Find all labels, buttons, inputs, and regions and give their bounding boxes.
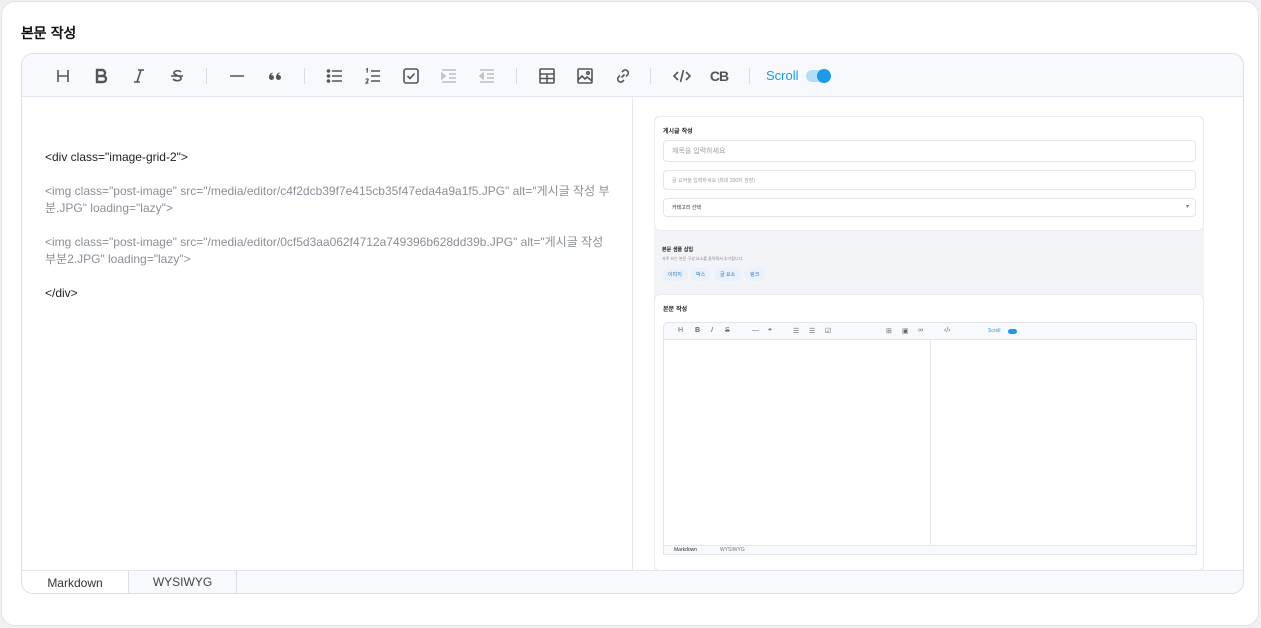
ordered-list-icon — [364, 67, 380, 84]
table-button[interactable] — [534, 63, 560, 89]
markdown-line: <img class="post-image" src="/media/edit… — [45, 235, 604, 266]
code-icon — [672, 69, 692, 83]
preview-chip: 글 요소 — [714, 268, 742, 281]
hr-button[interactable] — [224, 63, 250, 89]
preview-chip: 박스 — [690, 268, 712, 281]
editor-card: 본문 작성 CB Scroll <div class="image-grid-2… — [1, 1, 1259, 626]
preview-mini-tab-markdown: Markdown — [674, 547, 698, 553]
scroll-sync-toggle[interactable] — [806, 69, 831, 83]
preview-summary-input: 글 요약을 입력하세요 (최대 200자 권장) — [663, 170, 1196, 190]
markdown-line: <img class="post-image" src="/media/edit… — [45, 184, 610, 215]
mini-code-icon: ‹/› — [944, 327, 951, 334]
preview-editor-title: 본문 작성 — [663, 306, 688, 313]
tab-wysiwyg[interactable]: WYSIWYG — [129, 571, 237, 593]
quote-icon — [269, 72, 281, 80]
mini-table-icon: ⊞ — [886, 328, 892, 335]
editor-toolbar: CB Scroll — [22, 54, 1243, 97]
mini-scroll-label: Scroll — [988, 328, 1001, 334]
preview-chevron-down-icon: ▾ — [1186, 204, 1190, 210]
indent-icon — [441, 69, 456, 83]
tab-markdown[interactable]: Markdown — [22, 571, 129, 593]
markdown-editor: CB Scroll <div class="image-grid-2"> <im… — [21, 53, 1244, 594]
preview-sample-title: 본문 샘플 삽입 — [662, 247, 694, 253]
ordered-list-button[interactable] — [360, 63, 386, 89]
indent-button[interactable] — [436, 63, 462, 89]
outdent-button[interactable] — [474, 63, 500, 89]
toolbar-separator — [650, 68, 651, 84]
strikethrough-icon — [171, 69, 183, 82]
bullet-list-button[interactable] — [322, 63, 348, 89]
italic-icon — [134, 69, 144, 83]
mini-strike-icon: S — [725, 327, 730, 334]
preview-chip: 이미지 — [662, 268, 688, 281]
preview-mini-tab-wysiwyg: WYSIWYG — [720, 547, 745, 553]
bold-button[interactable] — [88, 63, 114, 89]
mini-ordered-list-icon: ☰ — [809, 328, 816, 335]
markdown-pane[interactable]: <div class="image-grid-2"> <img class="p… — [22, 97, 633, 571]
horizontal-rule-icon — [230, 75, 244, 77]
mini-bold-icon: B — [695, 327, 701, 334]
preview-pane: 게시글 작성 제목을 입력하세요 글 요약을 입력하세요 (최대 200자 권장… — [633, 97, 1243, 571]
preview-category-select: 카테고리 선택 — [663, 198, 1196, 217]
italic-button[interactable] — [126, 63, 152, 89]
preview-mini-tabs: Markdown WYSIWYG — [663, 545, 1197, 555]
mini-list-icon: ☰ — [793, 328, 800, 335]
strike-button[interactable] — [164, 63, 190, 89]
preview-header-title: 게시글 작성 — [663, 128, 693, 135]
heading-button[interactable] — [50, 63, 76, 89]
link-button[interactable] — [610, 63, 636, 89]
checkbox-icon — [403, 68, 419, 84]
preview-header-box: 게시글 작성 제목을 입력하세요 글 요약을 입력하세요 (최대 200자 권장… — [654, 116, 1204, 231]
preview-mini-toolbar: H B I S — ❝ ☰ ☰ ☑ ⊞ ▣ ∞ ‹/› Scroll — [663, 322, 1197, 340]
codeblock-button[interactable]: CB — [706, 63, 732, 89]
preview-title-input: 제목을 입력하세요 — [663, 140, 1196, 162]
mini-quote-icon: ❝ — [768, 328, 772, 335]
mini-toggle — [1008, 329, 1017, 334]
toolbar-separator — [749, 68, 750, 84]
markdown-line: </div> — [45, 286, 78, 300]
bold-icon — [95, 68, 108, 84]
toggle-knob — [817, 69, 831, 83]
table-icon — [539, 68, 555, 84]
preview-sample-desc: 자주 쓰는 본문 구성 요소를 클릭해서 추가합니다. — [662, 256, 744, 261]
mode-tabs: Markdown WYSIWYG — [22, 570, 1243, 593]
section-title: 본문 작성 — [21, 26, 76, 42]
scroll-sync-label: Scroll — [766, 68, 799, 83]
preview-chip: 링크 — [744, 268, 766, 281]
image-button[interactable] — [572, 63, 598, 89]
mini-heading-icon: H — [678, 327, 684, 334]
markdown-line: <div class="image-grid-2"> — [45, 150, 188, 164]
toolbar-separator — [304, 68, 305, 84]
mini-hr-icon: — — [752, 327, 759, 334]
preview-editor-box: 본문 작성 H B I S — ❝ ☰ ☰ ☑ ⊞ ▣ ∞ ‹/› Scroll… — [654, 294, 1204, 571]
toolbar-separator — [206, 68, 207, 84]
outdent-icon — [478, 69, 494, 83]
image-icon — [577, 68, 593, 84]
code-button[interactable] — [669, 63, 695, 89]
mini-checkbox-icon: ☑ — [825, 328, 832, 335]
link-icon — [616, 69, 630, 83]
preview-mini-body — [663, 340, 1197, 546]
bullet-list-icon — [326, 69, 342, 83]
heading-icon — [57, 70, 69, 82]
preview-image: 게시글 작성 제목을 입력하세요 글 요약을 입력하세요 (최대 200자 권장… — [654, 116, 1204, 571]
toolbar-separator — [516, 68, 517, 84]
mini-image-icon: ▣ — [902, 328, 909, 335]
task-list-button[interactable] — [398, 63, 424, 89]
mini-italic-icon: I — [711, 327, 713, 334]
preview-mini-divider — [930, 340, 931, 546]
quote-button[interactable] — [262, 63, 288, 89]
mini-link-icon: ∞ — [918, 327, 923, 334]
